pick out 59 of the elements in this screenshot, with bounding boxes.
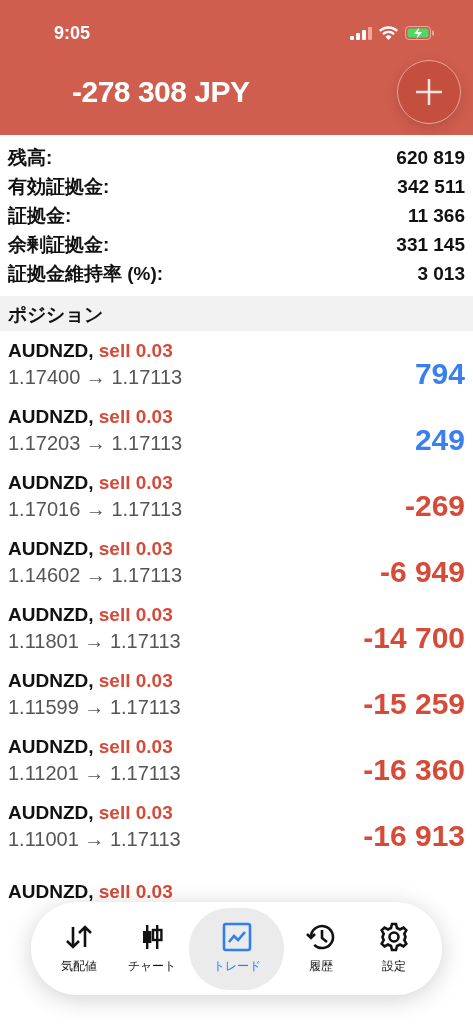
- price-change: 1.17400 → 1.17113: [8, 365, 183, 389]
- symbol-label: AUDNZD,: [8, 669, 94, 691]
- status-time: 9:05: [54, 22, 91, 44]
- symbol-label: AUDNZD,: [8, 801, 94, 823]
- position-profit: 794: [414, 357, 465, 391]
- summary-label: 証拠金:: [8, 203, 72, 228]
- signal-icon: [350, 26, 372, 40]
- position-profit: -269: [404, 489, 465, 523]
- symbol-label: AUDNZD,: [8, 405, 94, 427]
- position-profit: -15 259: [363, 687, 465, 721]
- symbol-label: AUDNZD,: [8, 735, 94, 757]
- add-button[interactable]: [397, 60, 461, 124]
- price-change: 1.17016 → 1.17113: [8, 497, 183, 521]
- price-change: 1.11599 → 1.17113: [8, 695, 181, 719]
- price-change: 1.14602 → 1.17113: [8, 563, 183, 587]
- plus-icon: [414, 77, 444, 107]
- price-change: 1.11001 → 1.17113: [8, 827, 181, 851]
- summary-value: 331 145: [396, 233, 465, 256]
- nav-tab[interactable]: 設定: [357, 912, 431, 985]
- nav-tab[interactable]: チャート: [115, 912, 189, 985]
- position-profit: -16 913: [363, 819, 465, 853]
- order-side: sell 0.03: [98, 735, 173, 757]
- position-profit: -16 360: [363, 753, 465, 787]
- wifi-icon: [379, 26, 398, 40]
- position-profit: -6 949: [379, 555, 465, 589]
- order-side: sell 0.03: [98, 603, 173, 625]
- order-side: sell 0.03: [98, 471, 173, 493]
- section-header: ポジション: [0, 296, 473, 331]
- price-change: 1.11201 → 1.17113: [8, 761, 181, 785]
- nav-tab[interactable]: 気配値: [43, 912, 116, 985]
- symbol-label: AUDNZD,: [8, 339, 94, 361]
- position-profit: -14 700: [363, 621, 465, 655]
- symbol-label: AUDNZD,: [8, 603, 94, 625]
- line-chart-icon: [221, 922, 252, 952]
- nav-tab[interactable]: 履歴: [284, 912, 358, 985]
- history-icon: [304, 922, 337, 952]
- summary-value: 11 366: [407, 204, 465, 227]
- summary-label: 残高:: [8, 145, 53, 170]
- summary-value: 620 819: [396, 146, 465, 169]
- order-side: sell 0.03: [98, 669, 173, 691]
- symbol-label: AUDNZD,: [8, 471, 94, 493]
- order-side: sell 0.03: [98, 537, 173, 559]
- price-change: 1.17203 → 1.17113: [8, 431, 183, 455]
- summary-label: 余剰証拠金:: [8, 232, 110, 257]
- symbol-label: AUDNZD,: [8, 537, 94, 559]
- order-side: sell 0.03: [98, 405, 173, 427]
- order-side: sell 0.03: [98, 801, 173, 823]
- total-profit: -278 308 JPY: [72, 75, 250, 109]
- summary-label: 証拠金維持率 (%):: [8, 261, 164, 286]
- summary-value: 3 013: [417, 262, 465, 285]
- price-change: 1.11801 → 1.17113: [8, 629, 181, 653]
- symbol-label: AUDNZD,: [8, 881, 94, 902]
- summary-value: 342 511: [397, 175, 465, 198]
- battery-charging-icon: [405, 26, 435, 40]
- order-side: sell 0.03: [98, 881, 173, 902]
- summary-label: 有効証拠金:: [8, 174, 110, 199]
- position-profit: 249: [414, 423, 465, 457]
- order-side: sell 0.03: [98, 339, 173, 361]
- settings-icon: [378, 922, 409, 952]
